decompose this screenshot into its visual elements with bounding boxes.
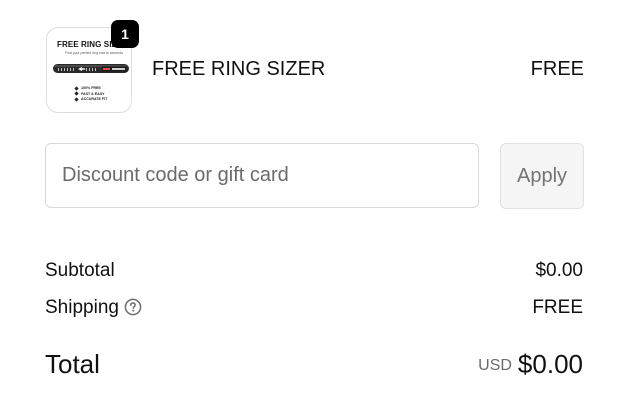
product-thumbnail-wrapper: FREE RING SIZER Find your perfect ring s… — [46, 20, 139, 113]
ring-sizer-band-image — [53, 64, 129, 73]
product-name: FREE RING SIZER — [152, 58, 326, 80]
line-item: FREE RING SIZER Find your perfect ring s… — [46, 20, 584, 113]
thumbnail-feature-item: ACCURATE FIT — [74, 97, 107, 103]
subtotal-row: Subtotal $0.00 — [45, 260, 584, 286]
apply-discount-button[interactable]: Apply — [500, 143, 584, 209]
shipping-row: Shipping FREE — [45, 297, 584, 323]
question-circle-icon[interactable] — [124, 298, 142, 316]
shipping-label: Shipping — [45, 297, 119, 318]
discount-code-input[interactable] — [45, 143, 479, 208]
quantity-badge: 1 — [111, 20, 139, 48]
bullet-icon — [74, 85, 79, 91]
subtotal-value: $0.00 — [535, 260, 583, 281]
total-label: Total — [45, 349, 100, 379]
thumbnail-subtitle: Find your perfect ring size in seconds — [65, 51, 123, 55]
total-row: Total USD $0.00 — [45, 349, 584, 383]
subtotal-label: Subtotal — [45, 260, 115, 281]
bullet-icon — [74, 97, 79, 102]
thumbnail-feature-list: 100% FREE FAST & EASY ACCURATE FIT — [74, 85, 107, 103]
total-currency: USD — [478, 357, 512, 374]
product-price: FREE — [530, 58, 584, 80]
total-value: $0.00 — [517, 349, 583, 379]
bullet-icon — [74, 91, 79, 96]
total-amount-group: USD $0.00 — [478, 349, 583, 380]
shipping-value: FREE — [532, 297, 583, 318]
